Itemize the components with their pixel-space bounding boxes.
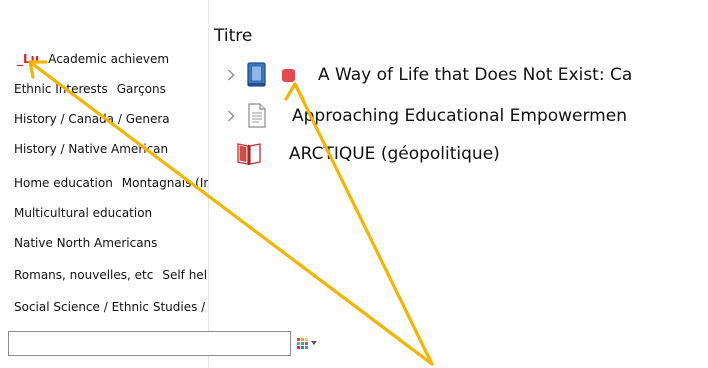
- tag-color-dot: [282, 69, 295, 82]
- item-row[interactable]: Approaching Educational Empowermen: [209, 102, 708, 130]
- book-icon: [246, 62, 268, 87]
- tag-item[interactable]: Romans, nouvelles, etc: [14, 268, 153, 282]
- tag-item[interactable]: History / Canada / Genera: [14, 112, 170, 126]
- tag-item[interactable]: Self help: [162, 268, 208, 282]
- tag-row: History / Canada / Genera: [14, 111, 179, 127]
- book-section-icon: [236, 141, 261, 166]
- document-icon: [246, 103, 268, 128]
- tag-row: Multicultural education: [14, 205, 161, 221]
- tag-item[interactable]: Home education: [14, 176, 113, 190]
- tag-item[interactable]: Multicultural education: [14, 206, 152, 220]
- item-row[interactable]: A Way of Life that Does Not Exist: Ca: [209, 61, 708, 89]
- tag-item[interactable]: Native North Americans: [14, 236, 157, 250]
- item-title: Approaching Educational Empowermen: [292, 106, 627, 126]
- tag-row: History / Native American: [14, 141, 177, 157]
- item-title: ARCTIQUE (géopolitique): [289, 144, 500, 164]
- items-tree-pane: Titre A Way of Life that Does Not Exist:…: [209, 0, 708, 368]
- tag-item[interactable]: _Lu: [17, 52, 39, 66]
- item-title: A Way of Life that Does Not Exist: Ca: [318, 65, 633, 85]
- tag-row: Native North Americans: [14, 235, 166, 251]
- column-header-title[interactable]: Titre: [214, 24, 252, 48]
- tag-row: Ethnic Interests Garçons: [14, 81, 175, 97]
- zotero-window-crop: _Lu Academic achievem Ethnic Interests Garç…: [0, 0, 708, 368]
- item-row[interactable]: ARCTIQUE (géopolitique): [209, 140, 708, 168]
- tag-item[interactable]: History / Native American: [14, 142, 168, 156]
- tag-item[interactable]: Academic achievem: [48, 52, 169, 66]
- tag-selector-pane: _Lu Academic achievem Ethnic Interests Garç…: [0, 0, 209, 368]
- chevron-right-icon[interactable]: [227, 110, 235, 122]
- tag-item[interactable]: Garçons: [117, 82, 166, 96]
- tag-row: Home education Montagnais (Indiens): [14, 175, 208, 191]
- tag-row: Romans, nouvelles, etc Self help: [14, 267, 208, 283]
- tag-item[interactable]: Social Science / Ethnic Studies / Native…: [14, 300, 208, 314]
- tag-row: _Lu Academic achievem: [14, 51, 178, 67]
- tag-item[interactable]: Ethnic Interests: [14, 82, 108, 96]
- chevron-right-icon[interactable]: [227, 69, 235, 81]
- tag-row: Social Science / Ethnic Studies / Native…: [14, 299, 208, 315]
- tag-item[interactable]: Montagnais (Indiens): [122, 176, 208, 190]
